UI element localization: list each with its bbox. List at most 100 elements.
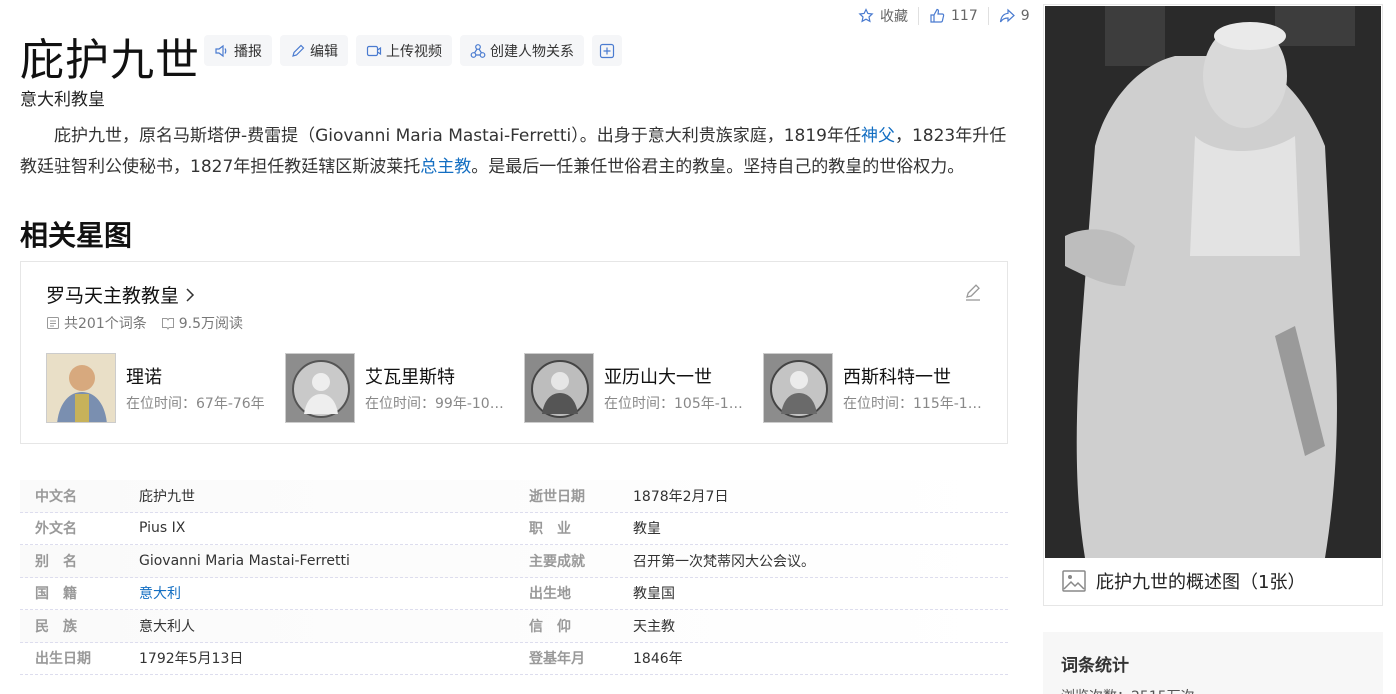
pope-reign: 在位时间：67年-76年 xyxy=(126,396,265,412)
pope-info: 西斯科特一世 在位时间：115年-125年 xyxy=(843,363,985,413)
share-button[interactable]: 9 xyxy=(989,6,1040,26)
share-icon xyxy=(999,8,1015,23)
info-key: 出生日期 xyxy=(35,651,91,668)
speaker-icon xyxy=(215,44,227,57)
pencil-icon xyxy=(292,44,305,57)
share-count: 9 xyxy=(1020,8,1030,24)
title-toolbar: 播报 编辑 上传视频 创建人物关系 xyxy=(204,35,622,66)
summary-paragraph: 庇护九世，原名马斯塔伊-费雷提（Giovanni Maria Mastai-Fe… xyxy=(20,121,1010,183)
pope-name: 亚历山大一世 xyxy=(604,367,712,388)
table-row: 中文名 庇护九世 逝世日期 1878年2月7日 xyxy=(20,480,1008,513)
link-archbishop[interactable]: 总主教 xyxy=(420,157,471,177)
book-icon xyxy=(161,318,174,330)
page-title: 庇护九世 xyxy=(20,35,200,86)
pope-name: 理诺 xyxy=(126,367,162,388)
info-key: 中文名 xyxy=(35,488,77,505)
info-value: 1878年2月7日 xyxy=(633,488,729,505)
info-value: 1846年 xyxy=(633,651,683,668)
pencil-icon[interactable] xyxy=(963,282,983,302)
image-icon xyxy=(1062,570,1086,592)
chevron-right-icon xyxy=(186,287,195,302)
pope-portrait xyxy=(46,353,116,423)
edit-label: 编辑 xyxy=(310,43,338,60)
edit-button[interactable]: 编辑 xyxy=(280,35,348,66)
like-button[interactable]: 117 xyxy=(919,6,988,26)
summary-text-1: 庇护九世，原名马斯塔伊-费雷提（Giovanni Maria Mastai-Fe… xyxy=(54,126,861,146)
video-icon xyxy=(366,45,382,56)
info-key: 主要成就 xyxy=(529,553,585,570)
list-item[interactable]: 艾瓦里斯特 在位时间：99年-107年 xyxy=(285,353,524,423)
info-key: 逝世日期 xyxy=(529,488,585,505)
star-graph-card: 罗马天主教教皇 共201个词条 9.5万阅读 理诺 在位时间：67年-76年 艾… xyxy=(20,261,1008,444)
entry-count-text: 共201个词条 xyxy=(64,316,147,332)
subtitle: 意大利教皇 xyxy=(20,90,105,110)
upload-video-button[interactable]: 上传视频 xyxy=(356,35,452,66)
table-row: 民 族 意大利人 信 仰 天主教 xyxy=(20,610,1008,643)
relation-icon xyxy=(470,43,486,58)
like-count: 117 xyxy=(951,8,978,24)
pope-portrait xyxy=(524,353,594,423)
pope-list: 理诺 在位时间：67年-76年 艾瓦里斯特 在位时间：99年-107年 亚历山大… xyxy=(46,353,1002,423)
list-item[interactable]: 亚历山大一世 在位时间：105年-115年 xyxy=(524,353,763,423)
pope-reign: 在位时间：99年-107年 xyxy=(365,396,507,412)
pope-info: 亚历山大一世 在位时间：105年-115年 xyxy=(604,363,746,413)
info-value: 意大利人 xyxy=(139,618,195,635)
pope-name: 西斯科特一世 xyxy=(843,367,951,388)
upload-video-label: 上传视频 xyxy=(386,43,442,60)
pope-name: 艾瓦里斯特 xyxy=(365,367,455,388)
info-key: 外文名 xyxy=(35,521,77,538)
link-priest[interactable]: 神父 xyxy=(861,126,895,146)
stats-title: 词条统计 xyxy=(1061,656,1129,676)
entry-stats-box: 词条统计 浏览次数：2515万次 xyxy=(1043,632,1383,694)
star-graph-title: 罗马天主教教皇 xyxy=(46,285,180,307)
read-count: 9.5万阅读 xyxy=(161,313,243,333)
plus-square-icon xyxy=(599,43,615,58)
info-value: 意大利 xyxy=(139,583,514,603)
table-row: 外文名 Pius IX 职 业 教皇 xyxy=(20,513,1008,545)
play-audio-button[interactable]: 播报 xyxy=(204,35,272,66)
read-count-text: 9.5万阅读 xyxy=(178,316,243,332)
star-graph-title-link[interactable]: 罗马天主教教皇 xyxy=(46,281,195,308)
entry-count: 共201个词条 xyxy=(46,313,147,333)
picture-caption-text: 庇护九世的概述图（1张） xyxy=(1096,572,1306,593)
pope-portrait xyxy=(285,353,355,423)
summary-picture-card[interactable]: 庇护九世的概述图（1张） xyxy=(1043,4,1383,606)
info-key: 民 族 xyxy=(35,618,77,635)
top-actions: 收藏 117 9 xyxy=(848,6,1040,26)
pope-info: 艾瓦里斯特 在位时间：99年-107年 xyxy=(365,363,507,413)
info-value: 庇护九世 xyxy=(139,488,195,505)
summary-text-3: 。是最后一任兼任世俗君主的教皇。坚持自己的教皇的世俗权力。 xyxy=(471,157,965,177)
link-nationality[interactable]: 意大利 xyxy=(139,586,181,602)
table-row: 出生日期 1792年5月13日 登基年月 1846年 xyxy=(20,643,1008,675)
picture-caption[interactable]: 庇护九世的概述图（1张） xyxy=(1062,568,1305,594)
collect-label: 收藏 xyxy=(880,9,908,25)
pope-reign: 在位时间：105年-115年 xyxy=(604,396,746,412)
create-relation-button[interactable]: 创建人物关系 xyxy=(460,35,584,66)
info-value: 天主教 xyxy=(633,618,675,635)
star-graph-meta: 共201个词条 9.5万阅读 xyxy=(46,313,243,333)
info-value: 教皇 xyxy=(633,521,661,538)
info-value: 1792年5月13日 xyxy=(139,651,244,668)
collect-button[interactable]: 收藏 xyxy=(848,6,918,26)
info-value: Pius IX xyxy=(139,520,186,537)
document-icon xyxy=(47,317,59,329)
table-row: 别 名 Giovanni Maria Mastai-Ferretti 主要成就 … xyxy=(20,545,1008,578)
pope-portrait xyxy=(763,353,833,423)
list-item[interactable]: 西斯科特一世 在位时间：115年-125年 xyxy=(763,353,1002,423)
pope-info: 理诺 在位时间：67年-76年 xyxy=(126,363,268,413)
summary-picture[interactable] xyxy=(1045,6,1381,558)
stats-views: 浏览次数：2515万次 xyxy=(1061,686,1195,694)
section-title-star-graph: 相关星图 xyxy=(20,219,133,252)
info-value: 召开第一次梵蒂冈大公会议。 xyxy=(633,553,815,570)
list-item[interactable]: 理诺 在位时间：67年-76年 xyxy=(46,353,285,423)
info-key: 出生地 xyxy=(529,586,571,603)
info-key: 信 仰 xyxy=(529,618,571,635)
star-icon xyxy=(858,8,874,23)
table-row: 国 籍 意大利 出生地 教皇国 xyxy=(20,578,1008,610)
create-relation-label: 创建人物关系 xyxy=(490,43,574,60)
info-key: 登基年月 xyxy=(529,651,585,668)
add-button[interactable] xyxy=(592,35,622,66)
thumbs-up-icon xyxy=(930,8,945,23)
play-label: 播报 xyxy=(234,43,262,60)
info-value: Giovanni Maria Mastai-Ferretti xyxy=(139,552,350,569)
